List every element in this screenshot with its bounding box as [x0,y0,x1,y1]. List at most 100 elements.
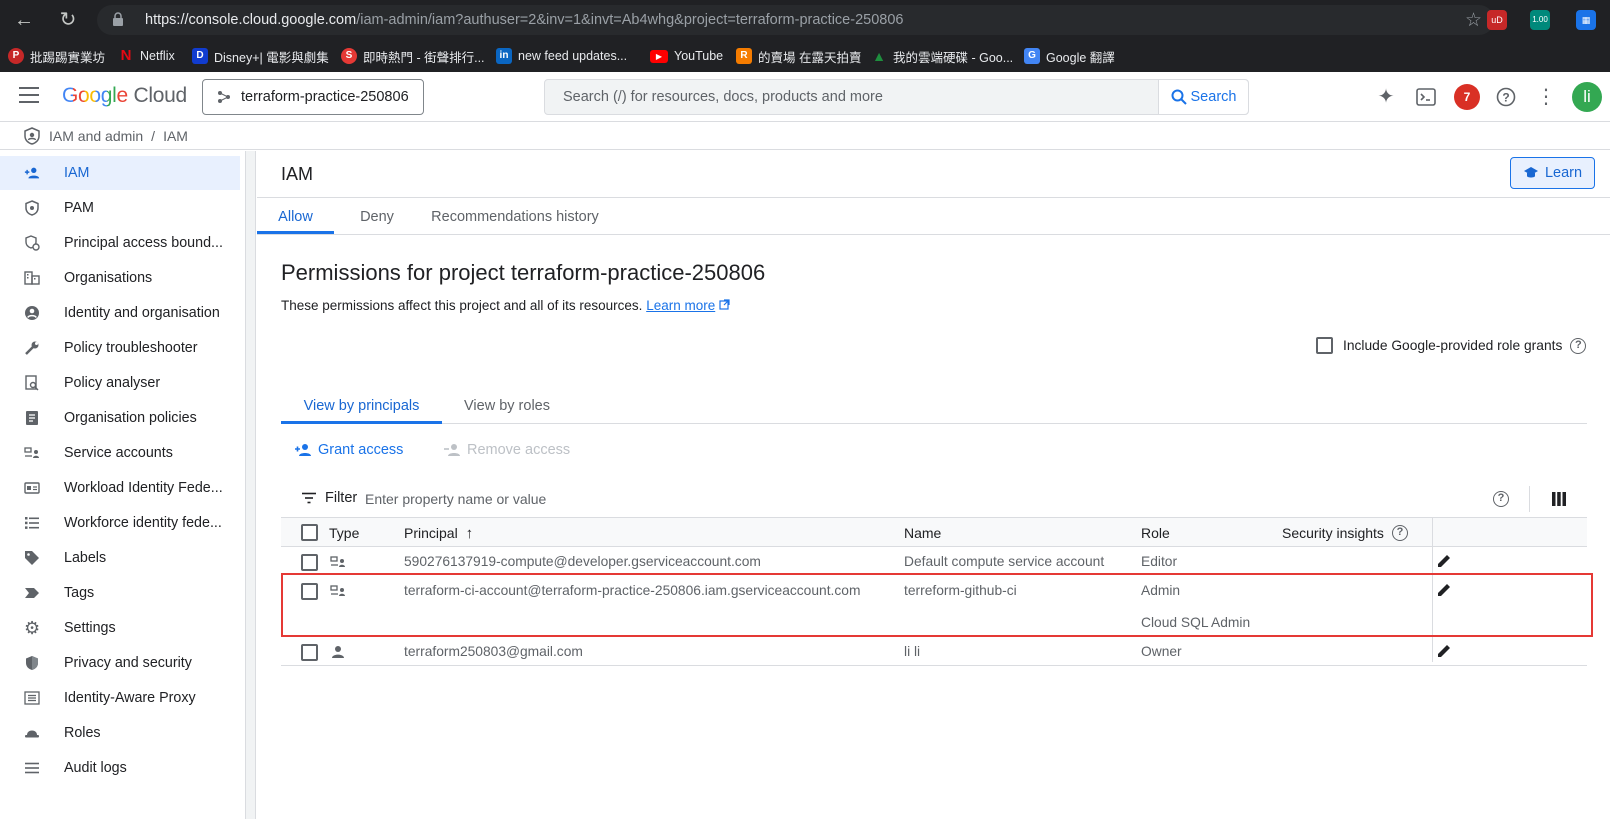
list-icon [24,515,40,531]
sidebar-item-organisation-policies[interactable]: Organisation policies [0,401,240,435]
search-button[interactable]: Search [1158,80,1248,114]
browser-toolbar: ← ↻ https://console.cloud.google.com/iam… [0,0,1610,40]
sidebar-item-roles[interactable]: Roles [0,716,240,750]
help-icon[interactable]: ? [1391,525,1408,541]
search-button-label: Search [1190,89,1237,105]
bookmark-ruten[interactable]: R 的賣場 在露天拍賣 [736,47,861,65]
streetvoice-icon: S [341,48,357,64]
breadcrumb-section[interactable]: IAM and admin [49,128,143,144]
breadcrumb-page[interactable]: IAM [163,128,188,144]
filter-bar: Filter ? [281,482,1587,516]
learn-button[interactable]: Learn [1510,157,1595,189]
avatar[interactable]: li [1572,82,1602,112]
table-header-row: Type Principal ↑ Name Role Security insi… [281,517,1587,547]
project-picker[interactable]: terraform-practice-250806 [202,79,424,115]
bookmark-streetvoice[interactable]: S 即時熱門 - 街聲排行... [341,47,485,65]
sidebar-item-policy-troubleshooter[interactable]: Policy troubleshooter [0,331,240,365]
sidebar-item-workforce-identity[interactable]: Workforce identity fede... [0,506,240,540]
header-name[interactable]: Name [904,525,941,541]
remove-access-label: Remove access [467,442,571,458]
bookmark-drive[interactable]: ▲ 我的雲端硬碟 - Goo... [871,47,1013,65]
lines-icon [24,760,40,776]
sidebar-item-label: Privacy and security [64,655,192,671]
reload-icon[interactable]: ↻ [56,8,80,32]
bookmark-disney[interactable]: D Disney+| 電影與劇集 [192,47,329,65]
help-icon[interactable]: ? [1493,491,1509,507]
sidebar-item-label: Tags [64,585,95,601]
row-checkbox[interactable] [301,644,318,661]
help-icon[interactable]: ? [1570,337,1587,354]
sidebar-item-principal-access-boundary[interactable]: Principal access bound... [0,226,240,260]
row-divider [281,665,1587,666]
sidebar-item-identity-aware-proxy[interactable]: Identity-Aware Proxy [0,681,240,715]
ublock-extension-icon[interactable]: uD [1487,10,1507,30]
bookmark-netflix[interactable]: N Netflix [118,47,175,65]
column-display-icon[interactable] [1552,492,1566,506]
learn-more-link[interactable]: Learn more [646,298,715,313]
sidebar-item-label: Workforce identity fede... [64,515,222,531]
filter-label: Filter [325,490,358,506]
bookmark-star-icon[interactable]: ☆ [1465,9,1482,32]
sidebar-item-label: PAM [64,200,94,216]
tab-view-by-roles[interactable]: View by roles [452,390,562,424]
bookmark-youtube[interactable]: ▶ YouTube [650,47,723,65]
address-bar[interactable]: https://console.cloud.google.com/iam-adm… [97,5,1494,35]
logo-google: Google [62,84,128,107]
back-arrow-icon[interactable]: ← [12,8,36,32]
header-security-insights: Security insights? [1282,525,1408,541]
google-cloud-logo[interactable]: Google Cloud [62,84,187,108]
row-checkbox[interactable] [301,554,318,571]
notifications-badge[interactable]: 7 [1454,84,1480,110]
bookmark-ptt[interactable]: P 批踢踢實業坊 [8,47,105,65]
edit-pencil-icon[interactable] [1436,643,1452,659]
header-principal[interactable]: Principal ↑ [404,525,473,542]
filter-input[interactable] [365,486,1265,512]
select-all-checkbox[interactable] [301,524,318,541]
sidebar-item-pam[interactable]: PAM [0,191,240,225]
sidebar-scrollbar[interactable] [246,151,256,819]
tab-allow[interactable]: Allow [257,198,334,234]
bookmark-translate[interactable]: G Google 翻譯 [1024,47,1115,65]
sidebar-item-organisations[interactable]: Organisations [0,261,240,295]
search-input[interactable] [545,80,1159,114]
cloud-shell-icon[interactable] [1414,85,1438,109]
filter-button[interactable]: Filter [301,490,357,506]
boundary-icon [24,235,40,251]
role-cell: Editor [1141,554,1178,569]
sidebar-item-settings[interactable]: ⚙ Settings [0,611,240,645]
tab-view-by-principals[interactable]: View by principals [281,390,442,424]
help-icon[interactable]: ? [1494,85,1518,109]
grant-access-button[interactable]: Grant access [294,442,403,458]
sidebar-item-identity-and-organisation[interactable]: Identity and organisation [0,296,240,330]
privacy-shield-icon [24,655,40,671]
header-role[interactable]: Role [1141,525,1170,541]
filter-icon [302,492,316,504]
tab-recommendations-history[interactable]: Recommendations history [420,198,610,234]
sidebar-item-service-accounts[interactable]: Service accounts [0,436,240,470]
calendar-extension-icon[interactable]: ▦ [1576,10,1596,30]
sidebar-item-tags[interactable]: Tags [0,576,240,610]
tab-deny[interactable]: Deny [349,198,405,234]
gemini-sparkle-icon[interactable]: ✦ [1374,85,1398,109]
sidebar-item-workload-identity[interactable]: Workload Identity Fede... [0,471,240,505]
bookmark-linkedin[interactable]: in new feed updates... [496,47,627,65]
sidebar-item-policy-analyser[interactable]: Policy analyser [0,366,240,400]
include-google-grants-label: Include Google-provided role grants [1343,338,1563,353]
menu-icon[interactable] [19,87,39,103]
remove-access-button[interactable]: Remove access [443,442,570,458]
hat-icon [24,725,40,741]
sidebar-item-iam[interactable]: IAM [0,156,240,190]
sidebar-item-privacy-and-security[interactable]: Privacy and security [0,646,240,680]
sidebar-item-labels[interactable]: Labels [0,541,240,575]
include-google-grants-checkbox[interactable] [1316,337,1333,354]
sidebar-item-audit-logs[interactable]: Audit logs [0,751,240,785]
school-icon [1523,167,1538,178]
extension-badge-icon[interactable]: 1.00 [1530,10,1550,30]
header-type[interactable]: Type [329,525,359,541]
edit-pencil-icon[interactable] [1436,553,1452,569]
more-vert-icon[interactable]: ⋮ [1534,85,1558,109]
linkedin-icon: in [496,48,512,64]
sidebar-item-label: Organisation policies [64,410,197,426]
person-remove-icon [444,444,460,456]
principal-cell: terraform250803@gmail.com [404,644,583,659]
